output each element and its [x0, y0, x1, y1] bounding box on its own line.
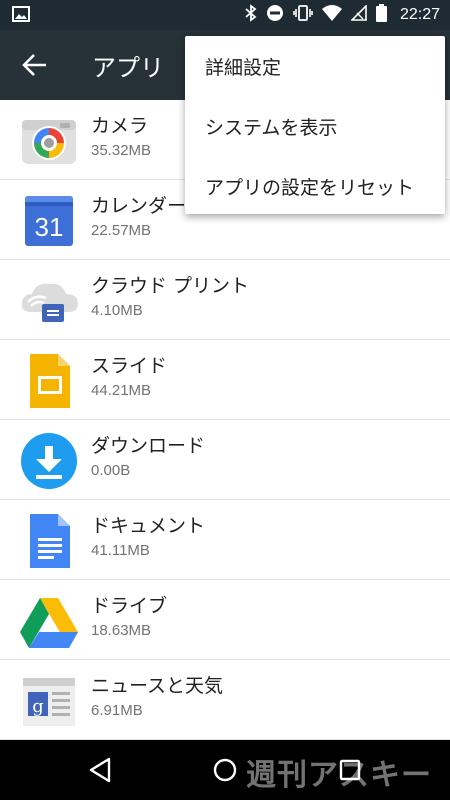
list-item-docs[interactable]: ドキュメント 41.11MB: [0, 500, 450, 580]
status-bar: 22:27: [0, 0, 450, 30]
app-size: 44.21MB: [91, 382, 152, 399]
menu-item-show-system[interactable]: システムを表示: [205, 113, 337, 140]
list-item-download[interactable]: ダウンロード 0.00B: [0, 420, 450, 500]
app-name: カメラ: [91, 115, 149, 137]
app-name: ドキュメント: [91, 515, 206, 537]
page-title: アプリ: [92, 54, 164, 82]
menu-item-advanced-settings[interactable]: 詳細設定: [205, 53, 281, 80]
watermark-logo: 週刊アスキー: [246, 758, 432, 793]
app-name: カレンダー: [91, 195, 187, 217]
docs-icon: [20, 512, 78, 570]
no-signal-icon: [350, 4, 367, 25]
app-size: 22.57MB: [91, 222, 152, 239]
menu-item-reset-app-preferences[interactable]: アプリの設定をリセット: [205, 173, 414, 200]
app-size: 41.11MB: [91, 542, 150, 559]
list-item-slides[interactable]: スライド 44.21MB: [0, 340, 450, 420]
svg-text:g: g: [32, 696, 44, 717]
app-name: ドライブ: [91, 595, 168, 617]
calendar-date-text: 31: [35, 212, 64, 242]
slides-icon: [20, 352, 78, 410]
list-item-news-weather[interactable]: g ニュースと天気 6.91MB: [0, 660, 450, 740]
wifi-icon: [321, 5, 342, 25]
app-name: ダウンロード: [91, 435, 206, 457]
image-notification-icon: [12, 6, 30, 26]
status-time: 22:27: [399, 6, 440, 23]
app-size: 35.32MB: [91, 142, 152, 159]
news-weather-icon: g: [20, 672, 78, 730]
app-size: 4.10MB: [91, 302, 143, 319]
app-size: 0.00B: [91, 462, 131, 479]
nav-home-icon[interactable]: [209, 754, 241, 786]
do-not-disturb-icon: [266, 4, 284, 26]
app-size: 18.63MB: [91, 622, 152, 639]
download-icon: [20, 432, 78, 490]
overflow-menu: 詳細設定 システムを表示 アプリの設定をリセット: [185, 36, 445, 214]
list-item-drive[interactable]: ドライブ 18.63MB: [0, 580, 450, 660]
nav-back-icon[interactable]: [84, 754, 116, 786]
camera-icon: [20, 112, 78, 170]
vibrate-icon: [293, 4, 313, 26]
app-size: 6.91MB: [91, 702, 143, 719]
app-name: ニュースと天気: [91, 675, 224, 697]
back-arrow-icon[interactable]: [22, 52, 48, 78]
calendar-icon: 31: [20, 192, 78, 250]
bluetooth-icon: [245, 4, 257, 26]
battery-icon: [375, 4, 387, 26]
list-item-cloud-print[interactable]: クラウド プリント 4.10MB: [0, 260, 450, 340]
app-name: スライド: [91, 355, 168, 377]
app-name: クラウド プリント: [91, 275, 250, 297]
drive-icon: [20, 592, 78, 650]
navigation-bar: 週刊アスキー: [0, 740, 450, 800]
cloud-print-icon: [20, 272, 78, 330]
